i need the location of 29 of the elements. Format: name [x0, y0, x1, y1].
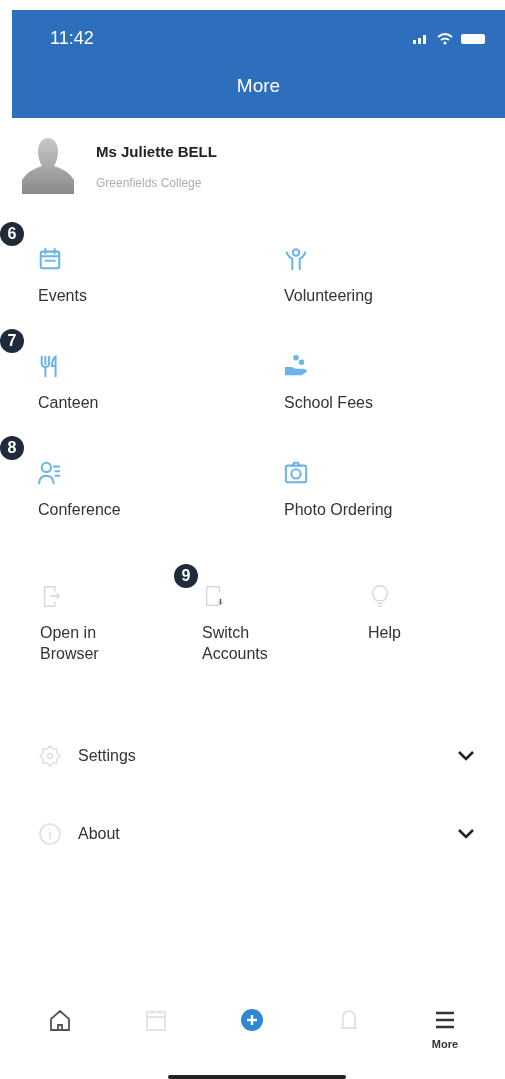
- feature-item[interactable]: School Fees: [284, 341, 505, 448]
- calendar-icon: [144, 1008, 169, 1032]
- callout-number: 7: [0, 329, 24, 353]
- tab-item[interactable]: More: [396, 1008, 493, 1050]
- section-row[interactable]: Settings: [38, 744, 475, 768]
- gear-icon: [38, 744, 62, 768]
- feature-item[interactable]: Volunteering: [284, 234, 505, 341]
- person-list-icon: [38, 461, 62, 485]
- info-icon: [38, 822, 62, 846]
- person-arms-up-icon: [284, 247, 308, 271]
- callout-number: 6: [0, 222, 24, 246]
- calendar-icon: [38, 247, 62, 271]
- hand-coins-icon: [284, 354, 308, 378]
- home-icon: [48, 1008, 73, 1032]
- status-time: 11:42: [50, 28, 94, 49]
- add-icon: [240, 1008, 265, 1032]
- signal-icon: [413, 33, 429, 44]
- user-name: Ms Juliette BELL: [96, 142, 217, 160]
- battery-icon: [461, 33, 485, 44]
- wifi-icon: [437, 32, 453, 45]
- section-row[interactable]: About: [38, 822, 475, 846]
- utility-item[interactable]: Help: [366, 584, 505, 664]
- page-title: More: [236, 75, 281, 97]
- avatar-silhouette: [22, 138, 74, 194]
- callout-number: 8: [0, 436, 24, 460]
- feature-item[interactable]: Photo Ordering: [284, 448, 505, 555]
- callout-number: 9: [174, 564, 198, 588]
- camera-icon: [284, 461, 308, 485]
- school-name: Greenfields College: [96, 175, 203, 190]
